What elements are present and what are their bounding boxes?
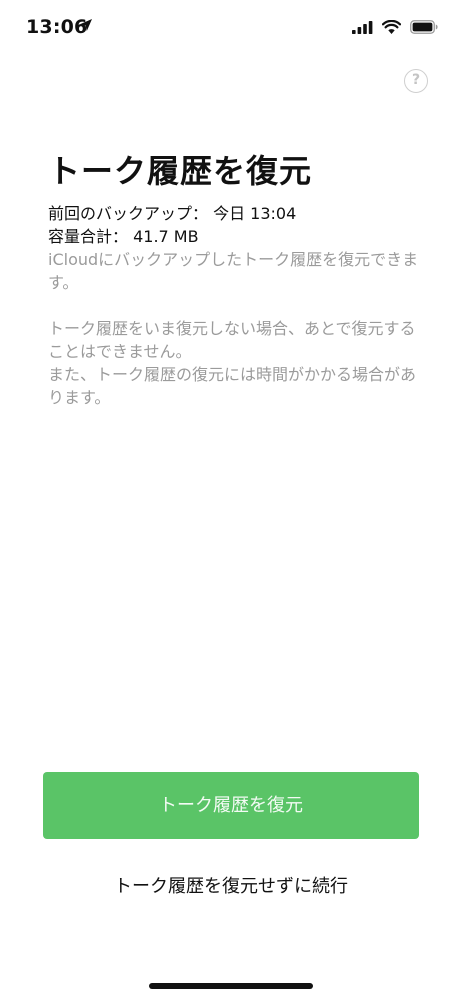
warning-description: トーク履歴をいま復元しない場合、あとで復元することはできません。 <box>48 319 416 361</box>
wifi-icon <box>382 20 401 34</box>
home-indicator <box>149 983 313 989</box>
skip-restore-link[interactable]: トーク履歴を復元せずに続行 <box>0 872 462 898</box>
backup-info: 前回のバックアップ： 今日 13:04 容量合計： 41.7 MB iCloud… <box>48 202 428 409</box>
status-icons <box>352 17 438 37</box>
time-notice-description: また、トーク履歴の復元には時間がかかる場合があります。 <box>48 365 417 407</box>
page-title: トーク履歴を復元 <box>48 152 313 190</box>
help-button[interactable]: ? <box>404 69 428 93</box>
total-size-text: 容量合計： 41.7 MB <box>48 227 199 246</box>
cellular-signal-icon <box>352 20 373 34</box>
last-backup-text: 前回のバックアップ： 今日 13:04 <box>48 204 297 223</box>
question-icon: ? <box>411 72 421 88</box>
restore-description: iCloudにバックアップしたトーク履歴を復元できます。 <box>48 250 419 292</box>
restore-button[interactable]: トーク履歴を復元 <box>43 772 419 839</box>
status-bar: 13:06 <box>0 0 462 56</box>
location-arrow-icon <box>80 19 92 31</box>
battery-icon <box>410 20 438 34</box>
